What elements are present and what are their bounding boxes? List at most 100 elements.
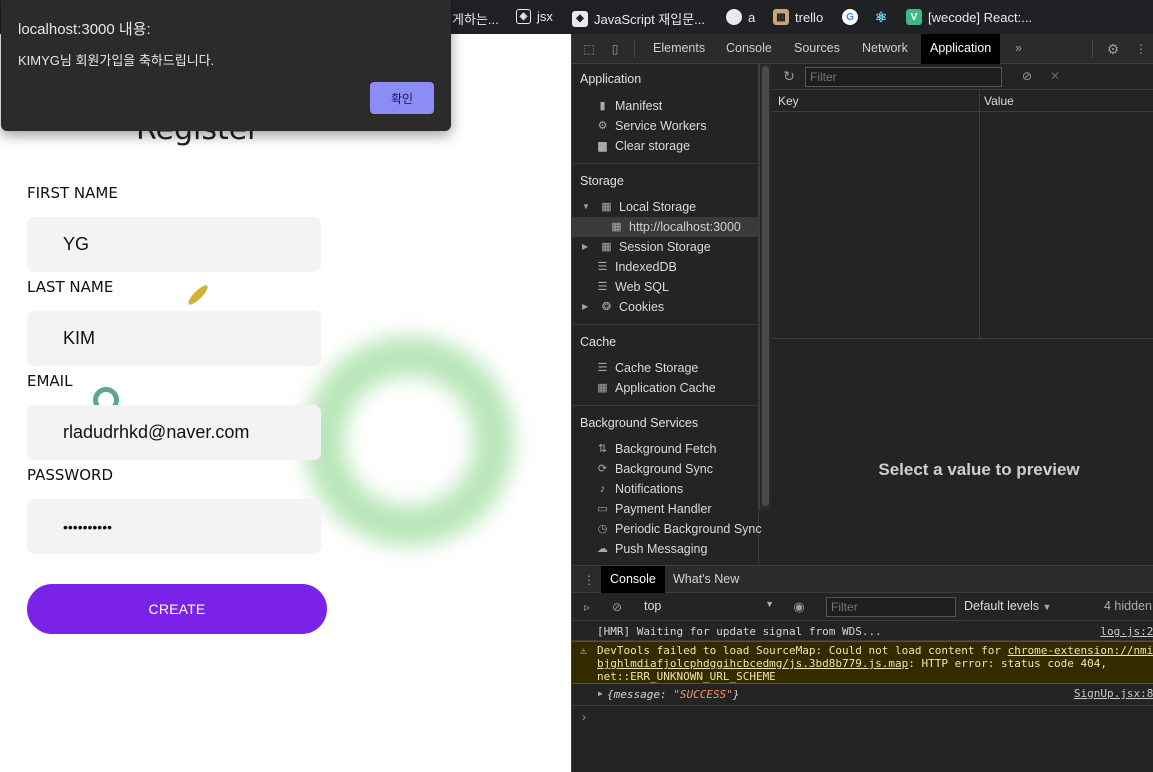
sidebar-item-label: IndexedDB [615, 260, 677, 274]
object-key: message [613, 688, 660, 701]
expand-arrow-icon[interactable]: ▶ [598, 689, 603, 698]
decorative-green-ring [304, 336, 514, 546]
console-prompt[interactable]: › [582, 710, 586, 724]
sidebar-item-manifest[interactable]: ▮ Manifest [596, 96, 662, 116]
log-levels-dropdown[interactable]: Default levels ▼ [964, 599, 1051, 613]
storage-toolbar: ↻ ⊘ ✕ [772, 64, 1153, 90]
drawer-tab-console[interactable]: Console [601, 566, 665, 593]
trello-icon: ▦ [773, 9, 789, 25]
email-field[interactable]: rladudrhkd@naver.com [27, 405, 321, 460]
device-toolbar-icon[interactable]: ▯ [608, 42, 622, 56]
section-divider [572, 324, 758, 325]
sidebar-item-periodic-background-sync[interactable]: ◷ Periodic Background Sync [596, 519, 762, 539]
create-button[interactable]: CREATE [27, 584, 327, 634]
gear-icon[interactable]: ⚙ [1106, 42, 1120, 56]
console-source-link[interactable]: log.js:24 [1100, 625, 1153, 638]
console-drawer-tabs: ⋮ Console What's New [572, 565, 1153, 593]
sidebar-item-label: Cache Storage [615, 361, 699, 375]
sidebar-item-payment-handler[interactable]: ▭ Payment Handler [596, 499, 711, 519]
sidebar-item-label: Web SQL [615, 280, 669, 294]
react-icon: ⚛ [874, 8, 888, 25]
tab-elements[interactable]: Elements [644, 34, 714, 64]
bookmark-label: a [748, 9, 756, 25]
object-value: "SUCCESS" [673, 688, 733, 701]
column-divider [979, 90, 980, 338]
refresh-icon[interactable]: ↻ [782, 69, 796, 83]
database-icon: ☰ [597, 260, 608, 273]
sidebar-item-service-workers[interactable]: ⚙ Service Workers [596, 116, 707, 136]
sidebar-item-cache-storage[interactable]: ☰ Cache Storage [596, 358, 699, 378]
bookmark-a[interactable]: a [726, 9, 755, 25]
console-filter-input[interactable] [826, 597, 956, 617]
drawer-menu-icon[interactable]: ⋮ [582, 573, 596, 587]
file-icon: ▮ [599, 99, 606, 112]
alert-message: KIMYG님 회원가입을 축하드립니다. [18, 53, 215, 68]
tab-sources[interactable]: Sources [785, 34, 849, 64]
key-column-header[interactable]: Key [778, 94, 799, 108]
sidebar-item-label: Local Storage [619, 200, 697, 214]
password-field[interactable]: •••••••••• [27, 499, 321, 554]
alert-title: localhost:3000 내용: [18, 21, 151, 38]
eye-icon[interactable]: ◉ [792, 600, 806, 614]
collapsed-arrow-icon[interactable]: ▶ [582, 297, 590, 317]
sidebar-item-push-messaging[interactable]: ☁ Push Messaging [596, 539, 707, 559]
vue-icon: V [906, 9, 922, 25]
sidebar-item-application-cache[interactable]: ▦ Application Cache [596, 378, 716, 398]
sidebar-item-notifications[interactable]: ♪ Notifications [596, 479, 683, 499]
alert-dialog: localhost:3000 내용: KIMYG님 회원가입을 축하드립니다. … [1, 0, 451, 131]
sidebar-item-background-sync[interactable]: ⟳ Background Sync [596, 459, 713, 479]
context-selector-value: top [644, 599, 662, 613]
kebab-menu-icon[interactable]: ⋮ [1134, 42, 1148, 56]
section-divider [572, 163, 758, 164]
context-selector[interactable]: top ▼ [644, 599, 774, 613]
database-icon: ☰ [597, 361, 608, 374]
sidebar-item-cookies[interactable]: ▶ ❂ Cookies [582, 297, 664, 317]
bookmark-wecode[interactable]: V [wecode] React:... [906, 9, 1032, 25]
sidebar-item-local-storage[interactable]: ▼ ▦ Local Storage [582, 197, 697, 217]
inspect-element-icon[interactable]: ⬚ [582, 42, 596, 56]
database-icon: ☰ [597, 280, 608, 293]
console-source-link[interactable]: SignUp.jsx:87 [1074, 687, 1153, 700]
console-warning: ⚠ DevTools failed to load SourceMap: Cou… [572, 641, 1153, 684]
clear-console-icon[interactable]: ⊘ [610, 600, 624, 614]
sidebar-item-label: Application Cache [615, 381, 716, 395]
bookmark-trello[interactable]: ▦ trello [773, 9, 823, 25]
sidebar-item-label: Service Workers [615, 119, 707, 133]
sidebar-item-label: Session Storage [619, 240, 711, 254]
first-name-field[interactable]: YG [27, 217, 321, 272]
toolbar-divider [1092, 40, 1093, 58]
scrollbar-thumb[interactable] [762, 66, 769, 506]
drawer-tab-whats-new[interactable]: What's New [664, 566, 748, 593]
bookmark-javascript[interactable]: ◆ JavaScript 재입문... [572, 9, 705, 28]
preview-placeholder: Select a value to preview [878, 460, 1080, 479]
collapsed-arrow-icon[interactable]: ▶ [582, 237, 590, 257]
sidebar-item-indexeddb[interactable]: ☰ IndexedDB [596, 257, 677, 277]
more-tabs-button[interactable]: » [1006, 34, 1031, 64]
value-column-header[interactable]: Value [984, 94, 1014, 108]
sidebar-item-background-fetch[interactable]: ⇅ Background Fetch [596, 439, 717, 459]
sidebar-item-localhost[interactable]: ▦ http://localhost:3000 [572, 217, 758, 237]
clear-all-icon[interactable]: ⊘ [1020, 69, 1034, 83]
sidebar-item-label: Background Sync [615, 462, 713, 476]
table-icon: ▦ [601, 200, 612, 213]
storage-filter-input[interactable] [805, 67, 1002, 87]
tab-network[interactable]: Network [853, 34, 917, 64]
alert-ok-button[interactable]: 확인 [370, 82, 434, 114]
bookmark-react[interactable]: ⚛ [873, 9, 889, 25]
bookmark-jsx[interactable]: ◈ jsx [516, 9, 553, 24]
bookmark-item[interactable]: 게하는... [452, 9, 499, 28]
bookmark-google[interactable]: G [842, 9, 858, 25]
last-name-field[interactable]: KIM [27, 311, 321, 366]
preview-divider [772, 338, 1153, 339]
sidebar-item-clear-storage[interactable]: ▆ Clear storage [596, 136, 690, 156]
expanded-arrow-icon[interactable]: ▼ [582, 197, 590, 217]
sidebar-item-web-sql[interactable]: ☰ Web SQL [596, 277, 669, 297]
tab-application[interactable]: Application [921, 34, 1001, 64]
email-label: EMAIL [27, 372, 73, 390]
tab-console[interactable]: Console [717, 34, 781, 64]
sidebar-scrollbar[interactable] [759, 64, 771, 510]
codepen-icon: ◈ [516, 9, 531, 24]
delete-selected-icon[interactable]: ✕ [1048, 69, 1062, 83]
sidebar-item-session-storage[interactable]: ▶ ▦ Session Storage [582, 237, 711, 257]
sidebar-toggle-icon[interactable]: ▹ [580, 600, 594, 614]
